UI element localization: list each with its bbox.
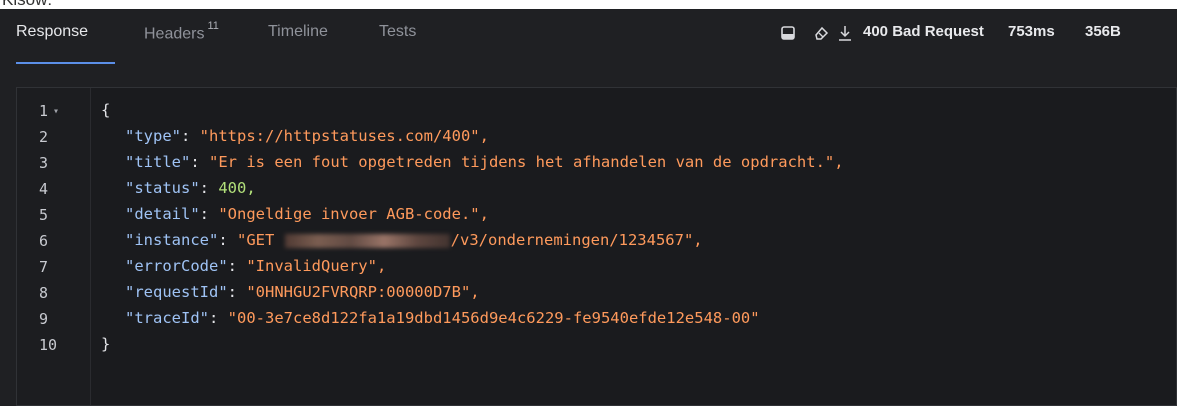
line-number-gutter: 1▾ 2 3 4 5 6 7 8 9 10 <box>17 88 91 405</box>
redacted-host <box>285 234 450 248</box>
tab-headers-label: Headers <box>144 25 204 42</box>
active-tab-indicator <box>16 62 115 64</box>
headers-count-badge: 11 <box>207 20 218 32</box>
json-key: "traceId" <box>125 309 209 327</box>
tab-response[interactable]: Response <box>16 23 88 41</box>
response-body-editor[interactable]: 1▾ 2 3 4 5 6 7 8 9 10 { "type": "https:/… <box>16 87 1177 406</box>
line-number: 2 <box>39 128 48 146</box>
json-key: "status" <box>125 179 200 197</box>
code-line: "requestId": "0HNHGU2FVRQRP:00000D7B", <box>125 283 480 301</box>
tab-headers[interactable]: Headers11 <box>144 23 219 43</box>
cropped-label: Klsow: <box>2 0 52 9</box>
response-size: 356B <box>1085 23 1121 40</box>
eraser-icon[interactable] <box>812 23 830 43</box>
json-string-value: "Er is een fout opgetreden tijdens het a… <box>209 153 844 171</box>
json-string-value: "00-3e7ce8d122fa1a19dbd1456d9e4c6229-fe9… <box>228 309 760 327</box>
json-string-value: "0HNHGU2FVRQRP:00000D7B", <box>246 283 479 301</box>
line-number: 8 <box>39 284 48 302</box>
json-string-value: "https://httpstatuses.com/400", <box>200 127 489 145</box>
line-number: 10 <box>39 336 57 354</box>
code-line: "status": 400, <box>125 179 256 197</box>
line-number: 3 <box>39 154 48 172</box>
tab-tests[interactable]: Tests <box>379 23 416 41</box>
fold-toggle-icon[interactable]: ▾ <box>53 106 59 117</box>
code-line: "detail": "Ongeldige invoer AGB-code.", <box>125 205 489 223</box>
line-number: 1▾ <box>39 102 59 120</box>
json-string-value: /v3/ondernemingen/1234567", <box>451 231 703 249</box>
response-status-bar: 400 Bad Request 753ms 356B <box>777 23 1177 45</box>
line-number: 4 <box>39 180 48 198</box>
line-number: 6 <box>39 232 48 250</box>
code-line: "errorCode": "InvalidQuery", <box>125 257 386 275</box>
code-line: } <box>101 335 110 353</box>
line-number: 5 <box>39 206 48 224</box>
json-key: "title" <box>125 153 190 171</box>
json-key: "instance" <box>125 231 218 249</box>
json-number-value: 400, <box>218 179 255 197</box>
cropped-top-text: Klsow: <box>0 0 1177 9</box>
json-string-value: "InvalidQuery", <box>246 257 386 275</box>
line-number: 9 <box>39 310 48 328</box>
code-line: "instance": "GET /v3/ondernemingen/12345… <box>125 231 703 249</box>
code-line: "type": "https://httpstatuses.com/400", <box>125 127 489 145</box>
json-string-value: "Ongeldige invoer AGB-code.", <box>218 205 489 223</box>
line-number: 7 <box>39 258 48 276</box>
json-key: "errorCode" <box>125 257 228 275</box>
response-panel: Response Headers11 Timeline Tests 400 Ba… <box>0 9 1177 406</box>
response-time: 753ms <box>1008 23 1055 40</box>
download-icon[interactable] <box>836 23 854 43</box>
tab-bar: Response Headers11 Timeline Tests 400 Ba… <box>0 9 1177 71</box>
code-line: "title": "Er is een fout opgetreden tijd… <box>125 153 844 171</box>
json-key: "type" <box>125 127 181 145</box>
json-string-value: "GET <box>237 231 284 249</box>
code-line: { <box>101 101 110 119</box>
json-key: "detail" <box>125 205 200 223</box>
json-key: "requestId" <box>125 283 228 301</box>
code-line: "traceId": "00-3e7ce8d122fa1a19dbd1456d9… <box>125 309 760 327</box>
tab-timeline[interactable]: Timeline <box>268 23 328 41</box>
panel-icon[interactable] <box>779 23 797 43</box>
status-text: 400 Bad Request <box>863 23 984 40</box>
